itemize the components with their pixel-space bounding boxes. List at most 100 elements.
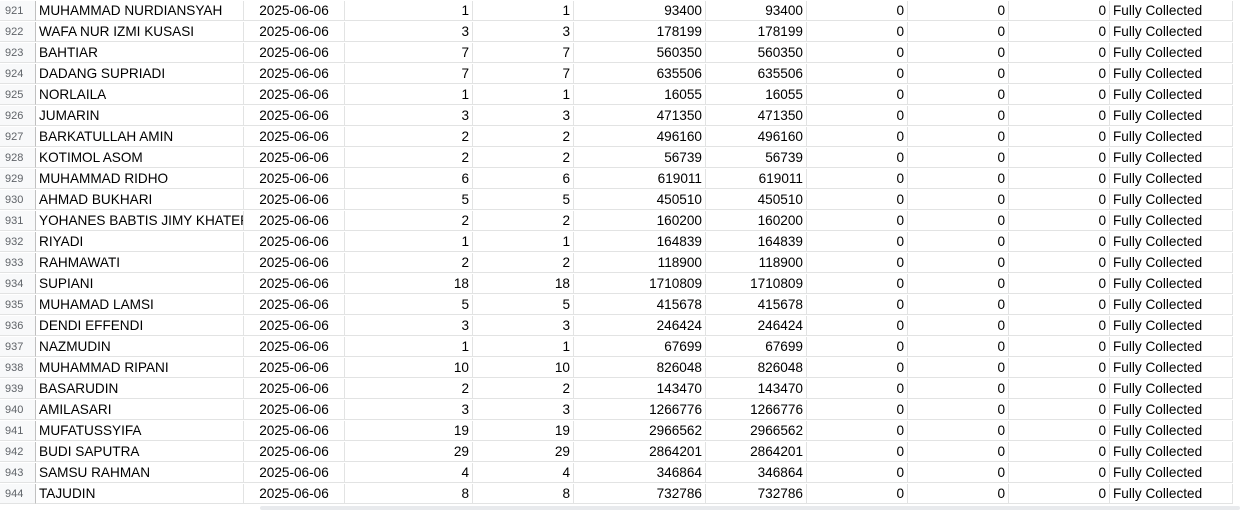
outstanding-count-cell[interactable]: 0 bbox=[807, 316, 908, 336]
status-cell[interactable]: Fully Collected bbox=[1110, 22, 1233, 42]
amount-cell[interactable]: 143470 bbox=[574, 379, 706, 399]
date-cell[interactable]: 2025-06-06 bbox=[244, 253, 345, 273]
amount-collected-cell[interactable]: 246424 bbox=[706, 316, 807, 336]
amount-collected-cell[interactable]: 560350 bbox=[706, 43, 807, 63]
outstanding-count-cell[interactable]: 0 bbox=[807, 169, 908, 189]
outstanding-amount-cell[interactable]: 0 bbox=[908, 400, 1009, 420]
customer-name-cell[interactable]: DENDI EFFENDI bbox=[36, 316, 244, 336]
count-cell[interactable]: 1 bbox=[345, 85, 473, 105]
customer-name-cell[interactable]: MUHAMMAD NURDIANSYAH bbox=[36, 1, 244, 21]
amount-collected-cell[interactable]: 635506 bbox=[706, 64, 807, 84]
date-cell[interactable]: 2025-06-06 bbox=[244, 358, 345, 378]
customer-name-cell[interactable]: MUHAMMAD RIDHO bbox=[36, 169, 244, 189]
date-cell[interactable]: 2025-06-06 bbox=[244, 316, 345, 336]
balance-cell[interactable]: 0 bbox=[1009, 106, 1110, 126]
outstanding-amount-cell[interactable]: 0 bbox=[908, 190, 1009, 210]
status-cell[interactable]: Fully Collected bbox=[1110, 1, 1233, 21]
outstanding-amount-cell[interactable]: 0 bbox=[908, 22, 1009, 42]
amount-cell[interactable]: 2966562 bbox=[574, 421, 706, 441]
customer-name-cell[interactable]: AMILASARI bbox=[36, 400, 244, 420]
outstanding-amount-cell[interactable]: 0 bbox=[908, 43, 1009, 63]
amount-collected-cell[interactable]: 118900 bbox=[706, 253, 807, 273]
amount-cell[interactable]: 16055 bbox=[574, 85, 706, 105]
balance-cell[interactable]: 0 bbox=[1009, 442, 1110, 462]
count-collected-cell[interactable]: 19 bbox=[473, 421, 574, 441]
customer-name-cell[interactable]: AHMAD BUKHARI bbox=[36, 190, 244, 210]
outstanding-count-cell[interactable]: 0 bbox=[807, 85, 908, 105]
status-cell[interactable]: Fully Collected bbox=[1110, 169, 1233, 189]
status-cell[interactable]: Fully Collected bbox=[1110, 43, 1233, 63]
status-cell[interactable]: Fully Collected bbox=[1110, 442, 1233, 462]
customer-name-cell[interactable]: BASARUDIN bbox=[36, 379, 244, 399]
amount-collected-cell[interactable]: 1710809 bbox=[706, 274, 807, 294]
balance-cell[interactable]: 0 bbox=[1009, 379, 1110, 399]
count-collected-cell[interactable]: 2 bbox=[473, 379, 574, 399]
outstanding-count-cell[interactable]: 0 bbox=[807, 379, 908, 399]
count-collected-cell[interactable]: 1 bbox=[473, 232, 574, 252]
date-cell[interactable]: 2025-06-06 bbox=[244, 148, 345, 168]
count-cell[interactable]: 18 bbox=[345, 274, 473, 294]
horizontal-scrollbar[interactable] bbox=[260, 506, 1240, 510]
amount-cell[interactable]: 93400 bbox=[574, 1, 706, 21]
date-cell[interactable]: 2025-06-06 bbox=[244, 43, 345, 63]
date-cell[interactable]: 2025-06-06 bbox=[244, 337, 345, 357]
status-cell[interactable]: Fully Collected bbox=[1110, 253, 1233, 273]
outstanding-amount-cell[interactable]: 0 bbox=[908, 379, 1009, 399]
count-cell[interactable]: 7 bbox=[345, 64, 473, 84]
amount-cell[interactable]: 118900 bbox=[574, 253, 706, 273]
outstanding-amount-cell[interactable]: 0 bbox=[908, 337, 1009, 357]
balance-cell[interactable]: 0 bbox=[1009, 22, 1110, 42]
amount-collected-cell[interactable]: 450510 bbox=[706, 190, 807, 210]
status-cell[interactable]: Fully Collected bbox=[1110, 148, 1233, 168]
spreadsheet-grid[interactable]: 921 MUHAMMAD NURDIANSYAH 2025-06-06 1 1 93400… bbox=[0, 0, 1240, 510]
balance-cell[interactable]: 0 bbox=[1009, 484, 1110, 504]
amount-collected-cell[interactable]: 178199 bbox=[706, 22, 807, 42]
customer-name-cell[interactable]: NORLAILA bbox=[36, 85, 244, 105]
count-collected-cell[interactable]: 7 bbox=[473, 64, 574, 84]
outstanding-amount-cell[interactable]: 0 bbox=[908, 85, 1009, 105]
date-cell[interactable]: 2025-06-06 bbox=[244, 274, 345, 294]
outstanding-count-cell[interactable]: 0 bbox=[807, 358, 908, 378]
count-collected-cell[interactable]: 6 bbox=[473, 169, 574, 189]
count-cell[interactable]: 2 bbox=[345, 127, 473, 147]
date-cell[interactable]: 2025-06-06 bbox=[244, 85, 345, 105]
outstanding-count-cell[interactable]: 0 bbox=[807, 337, 908, 357]
balance-cell[interactable]: 0 bbox=[1009, 127, 1110, 147]
amount-collected-cell[interactable]: 471350 bbox=[706, 106, 807, 126]
balance-cell[interactable]: 0 bbox=[1009, 211, 1110, 231]
count-collected-cell[interactable]: 5 bbox=[473, 190, 574, 210]
customer-name-cell[interactable]: DADANG SUPRIADI bbox=[36, 64, 244, 84]
amount-collected-cell[interactable]: 16055 bbox=[706, 85, 807, 105]
customer-name-cell[interactable]: JUMARIN bbox=[36, 106, 244, 126]
amount-cell[interactable]: 2864201 bbox=[574, 442, 706, 462]
outstanding-count-cell[interactable]: 0 bbox=[807, 148, 908, 168]
customer-name-cell[interactable]: SAMSU RAHMAN bbox=[36, 463, 244, 483]
count-collected-cell[interactable]: 3 bbox=[473, 316, 574, 336]
outstanding-amount-cell[interactable]: 0 bbox=[908, 127, 1009, 147]
date-cell[interactable]: 2025-06-06 bbox=[244, 190, 345, 210]
count-collected-cell[interactable]: 7 bbox=[473, 43, 574, 63]
amount-cell[interactable]: 346864 bbox=[574, 463, 706, 483]
date-cell[interactable]: 2025-06-06 bbox=[244, 400, 345, 420]
amount-collected-cell[interactable]: 1266776 bbox=[706, 400, 807, 420]
outstanding-count-cell[interactable]: 0 bbox=[807, 22, 908, 42]
amount-cell[interactable]: 496160 bbox=[574, 127, 706, 147]
amount-collected-cell[interactable]: 143470 bbox=[706, 379, 807, 399]
outstanding-amount-cell[interactable]: 0 bbox=[908, 253, 1009, 273]
amount-collected-cell[interactable]: 2966562 bbox=[706, 421, 807, 441]
count-cell[interactable]: 10 bbox=[345, 358, 473, 378]
count-cell[interactable]: 1 bbox=[345, 232, 473, 252]
outstanding-amount-cell[interactable]: 0 bbox=[908, 274, 1009, 294]
status-cell[interactable]: Fully Collected bbox=[1110, 190, 1233, 210]
date-cell[interactable]: 2025-06-06 bbox=[244, 106, 345, 126]
date-cell[interactable]: 2025-06-06 bbox=[244, 169, 345, 189]
status-cell[interactable]: Fully Collected bbox=[1110, 85, 1233, 105]
amount-collected-cell[interactable]: 164839 bbox=[706, 232, 807, 252]
amount-cell[interactable]: 635506 bbox=[574, 64, 706, 84]
outstanding-count-cell[interactable]: 0 bbox=[807, 253, 908, 273]
customer-name-cell[interactable]: MUFATUSSYIFA bbox=[36, 421, 244, 441]
status-cell[interactable]: Fully Collected bbox=[1110, 211, 1233, 231]
customer-name-cell[interactable]: BARKATULLAH AMIN bbox=[36, 127, 244, 147]
customer-name-cell[interactable]: MUHAMAD LAMSI bbox=[36, 295, 244, 315]
outstanding-count-cell[interactable]: 0 bbox=[807, 127, 908, 147]
